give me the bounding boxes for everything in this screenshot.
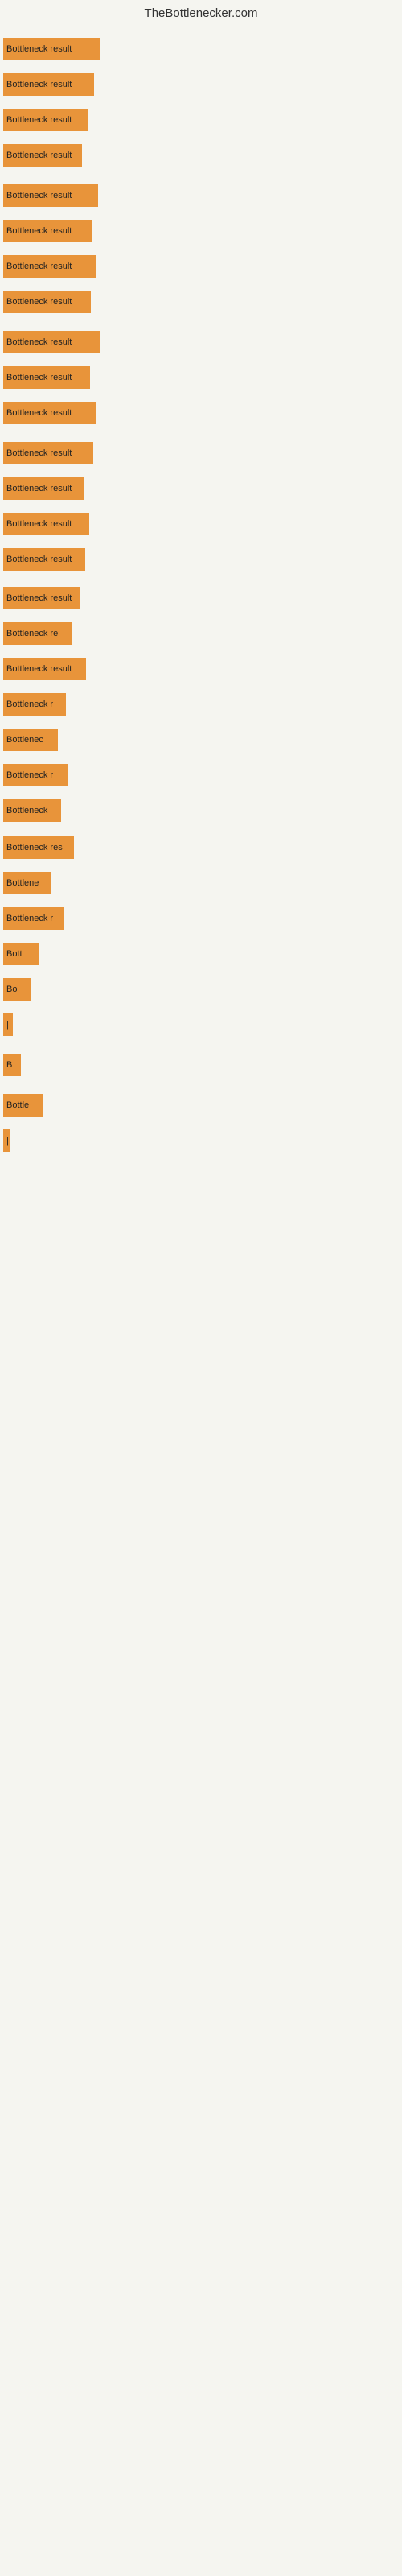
site-title: TheBottlenecker.com	[0, 0, 402, 23]
bar-item: Bottlenec	[3, 729, 58, 751]
bar-item: Bottleneck result	[3, 184, 98, 207]
bar-item: Bott	[3, 943, 39, 965]
bar-item: Bottleneck result	[3, 220, 92, 242]
bar-item: Bottleneck result	[3, 109, 88, 131]
chart-area: Bottleneck result Bottleneck result Bottle…	[0, 23, 402, 2567]
bar-item: Bottleneck r	[3, 907, 64, 930]
bar-item: Bottleneck result	[3, 658, 86, 680]
bar-item: Bottleneck result	[3, 73, 94, 96]
bar-item: Bottleneck result	[3, 587, 80, 609]
bar-item: Bottleneck result	[3, 477, 84, 500]
bar-item: Bottleneck result	[3, 331, 100, 353]
bar-item: Bottleneck result	[3, 366, 90, 389]
bar-item: Bottleneck	[3, 799, 61, 822]
title-text: TheBottlenecker.com	[145, 6, 258, 20]
bar-item: Bottlene	[3, 872, 51, 894]
bar-item: Bottleneck result	[3, 513, 89, 535]
bar-item: Bo	[3, 978, 31, 1001]
bar-item: B	[3, 1054, 21, 1076]
bar-item: Bottleneck result	[3, 38, 100, 60]
bar-item: Bottleneck result	[3, 255, 96, 278]
bar-item: Bottleneck result	[3, 442, 93, 464]
bar-item: Bottle	[3, 1094, 43, 1117]
bar-item: Bottleneck result	[3, 548, 85, 571]
bar-item: Bottleneck result	[3, 402, 96, 424]
bar-item: |	[3, 1129, 10, 1152]
bar-item: Bottleneck r	[3, 693, 66, 716]
bar-item: Bottleneck res	[3, 836, 74, 859]
bar-item: Bottleneck re	[3, 622, 72, 645]
bar-item: Bottleneck result	[3, 291, 91, 313]
bar-item: |	[3, 1013, 13, 1036]
bar-item: Bottleneck result	[3, 144, 82, 167]
bar-item: Bottleneck r	[3, 764, 68, 786]
